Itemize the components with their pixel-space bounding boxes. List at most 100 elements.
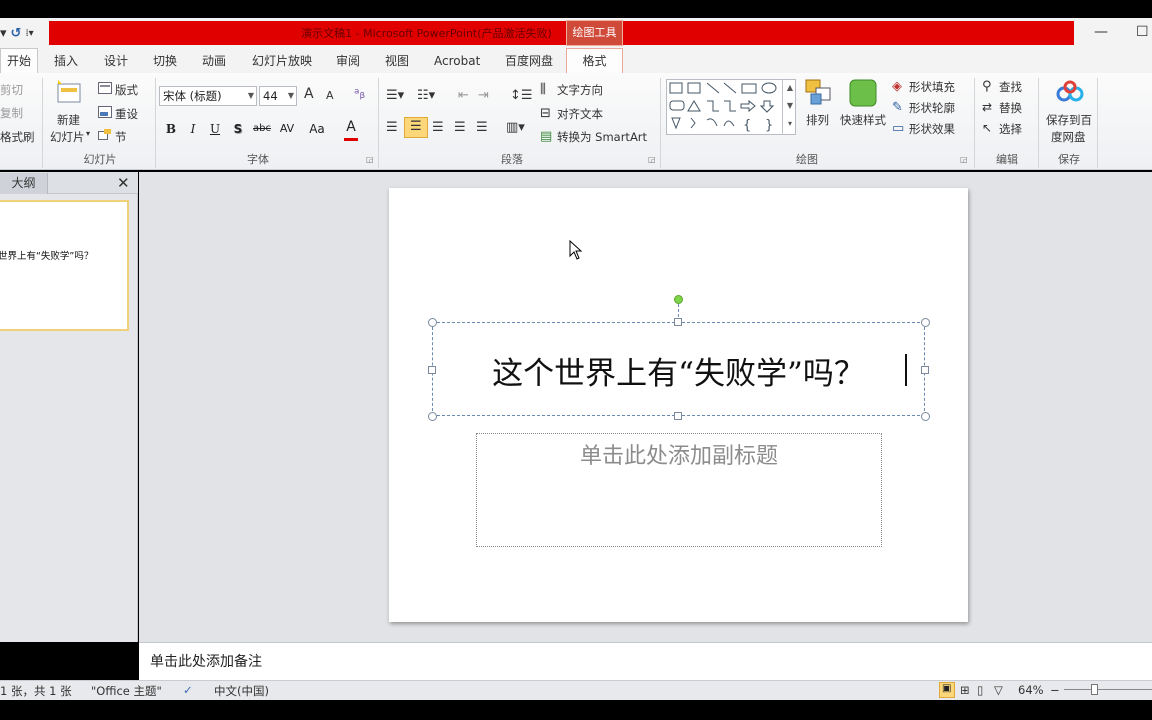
shadow-button[interactable]: S — [231, 120, 245, 138]
zoom-slider-thumb[interactable] — [1091, 684, 1098, 695]
line-spacing-icon[interactable]: ↕☰ — [510, 88, 533, 103]
resize-handle[interactable] — [921, 366, 929, 374]
bold-button[interactable]: B — [164, 120, 178, 138]
normal-view-button[interactable]: ▣ — [939, 682, 955, 698]
reset-button[interactable]: 重设 — [115, 106, 138, 122]
zoom-out-button[interactable]: − — [1050, 683, 1060, 697]
shape-effects-button[interactable]: 形状效果 — [909, 121, 955, 137]
maximize-button[interactable]: ☐ — [1136, 24, 1149, 40]
editing-group-label: 编辑 — [996, 153, 1018, 166]
slideshow-view-icon[interactable]: ▽ — [994, 683, 1003, 697]
shrink-font-button[interactable]: A — [326, 89, 334, 102]
reading-view-icon[interactable]: ▯ — [977, 683, 983, 697]
close-icon[interactable]: ✕ — [117, 174, 130, 192]
shapes-gallery-scroll[interactable]: ▲ ▼ ▾ — [782, 79, 797, 135]
dialog-launcher-icon[interactable]: ◲ — [960, 155, 968, 164]
numbering-icon[interactable]: ☷▾ — [417, 88, 435, 103]
align-text-button[interactable]: 对齐文本 — [557, 106, 603, 122]
resize-handle[interactable] — [428, 366, 436, 374]
tab-acrobat[interactable]: Acrobat — [428, 50, 486, 72]
tab-baidu[interactable]: 百度网盘 — [499, 50, 559, 72]
char-spacing-button[interactable]: AV — [276, 120, 298, 138]
qat-dropdown-icon[interactable]: ▾ — [0, 26, 7, 41]
spellcheck-icon[interactable]: ✓ — [183, 683, 193, 697]
tab-animations[interactable]: 动画 — [196, 50, 232, 72]
layout-button[interactable]: 版式 — [115, 82, 138, 98]
strikethrough-button[interactable]: abc — [252, 120, 272, 138]
dialog-launcher-icon[interactable]: ◲ — [366, 155, 374, 164]
align-center-icon: ☰ — [410, 119, 422, 134]
change-case-button[interactable]: Aa — [306, 120, 328, 138]
resize-handle[interactable] — [428, 318, 437, 327]
arrange-button[interactable]: 排列 — [806, 112, 829, 128]
shapes-gallery[interactable]: { } — [666, 79, 796, 135]
resize-handle[interactable] — [921, 412, 930, 421]
clear-format-icon[interactable]: ᵃᵦ — [354, 86, 365, 102]
quick-styles-button[interactable]: 快速样式 — [840, 112, 886, 128]
tab-transitions[interactable]: 切换 — [147, 50, 183, 72]
notes-placeholder[interactable]: 单击此处添加备注 — [150, 651, 262, 671]
format-painter-button[interactable]: 格式刷 — [0, 129, 35, 145]
language[interactable]: 中文(中国) — [214, 683, 269, 699]
slide-thumbnail[interactable] — [0, 200, 129, 331]
new-slide-chevron-icon[interactable]: ▾ — [86, 129, 90, 138]
justify-icon[interactable]: ☰ — [454, 120, 466, 135]
bullets-icon[interactable]: ☰▾ — [386, 88, 404, 103]
zoom-level[interactable]: 64% — [1018, 683, 1044, 697]
columns-icon[interactable]: ▥▾ — [506, 120, 525, 135]
copy-button[interactable]: 复制 — [0, 105, 23, 121]
tab-review[interactable]: 审阅 — [330, 50, 366, 72]
tab-slideshow[interactable]: 幻灯片放映 — [246, 50, 318, 72]
resize-handle[interactable] — [428, 412, 437, 421]
tab-home[interactable]: 开始 — [0, 48, 38, 74]
undo-icon[interactable]: ↺ — [11, 26, 22, 41]
new-slide-label-1[interactable]: 新建 — [57, 112, 80, 128]
ribbon-separator — [660, 78, 661, 168]
font-name-combo[interactable]: 宋体 (标题) ▼ — [159, 86, 257, 106]
ribbon-separator — [155, 78, 156, 168]
italic-button[interactable]: I — [186, 120, 200, 138]
tab-insert[interactable]: 插入 — [48, 50, 84, 72]
zoom-slider-track[interactable] — [1064, 689, 1152, 690]
align-right-icon[interactable]: ☰ — [432, 120, 444, 135]
decrease-indent-icon[interactable]: ⇤ — [458, 88, 469, 103]
font-size-combo[interactable]: 44 ▼ — [259, 86, 297, 106]
replace-button[interactable]: 替换 — [999, 100, 1022, 116]
align-left-icon[interactable]: ☰ — [386, 120, 398, 135]
section-button[interactable]: 节 — [115, 129, 127, 145]
select-button[interactable]: 选择 — [999, 121, 1022, 137]
slide-sorter-icon[interactable]: ⊞ — [960, 683, 970, 697]
font-color-button[interactable]: A — [344, 120, 358, 141]
shape-fill-button[interactable]: 形状填充 — [909, 79, 955, 95]
tab-view[interactable]: 视图 — [379, 50, 415, 72]
convert-smartart-button[interactable]: 转换为 SmartArt — [557, 129, 647, 145]
underline-button[interactable]: U — [208, 120, 222, 138]
rotate-handle[interactable] — [674, 295, 683, 304]
resize-handle[interactable] — [674, 318, 682, 326]
tab-outline[interactable]: 大纲 — [0, 173, 48, 194]
notes-pane[interactable] — [139, 642, 1152, 680]
shape-outline-button[interactable]: 形状轮廓 — [909, 100, 955, 116]
increase-indent-icon[interactable]: ⇥ — [478, 88, 489, 103]
save-baidu-label-2[interactable]: 度网盘 — [1051, 129, 1086, 145]
dialog-launcher-icon[interactable]: ◲ — [648, 155, 656, 164]
resize-handle[interactable] — [674, 412, 682, 420]
distribute-icon[interactable]: ☰ — [476, 120, 488, 135]
ribbon-separator — [42, 78, 43, 168]
align-center-button[interactable]: ☰ — [404, 117, 428, 138]
grow-font-button[interactable]: A — [304, 86, 314, 102]
text-direction-button[interactable]: 文字方向 — [557, 82, 603, 98]
slide-title[interactable]: 这个世界上有“失败学”吗？ — [432, 348, 925, 393]
cut-button[interactable]: 剪切 — [0, 82, 23, 98]
new-slide-label-2[interactable]: 幻灯片 — [50, 129, 85, 145]
tab-format[interactable]: 格式 — [566, 48, 623, 74]
tab-design[interactable]: 设计 — [98, 50, 134, 72]
subtitle-placeholder-text[interactable]: 单击此处添加副标题 — [476, 438, 882, 470]
minimize-button[interactable]: — — [1094, 24, 1108, 40]
shapes-gallery-icons: { } — [669, 82, 777, 133]
save-baidu-label-1[interactable]: 保存到百 — [1046, 112, 1092, 128]
resize-handle[interactable] — [921, 318, 930, 327]
find-button[interactable]: 查找 — [999, 79, 1022, 95]
ribbon-separator — [378, 78, 379, 168]
customize-qat-icon[interactable]: ⁞▾ — [25, 28, 33, 39]
